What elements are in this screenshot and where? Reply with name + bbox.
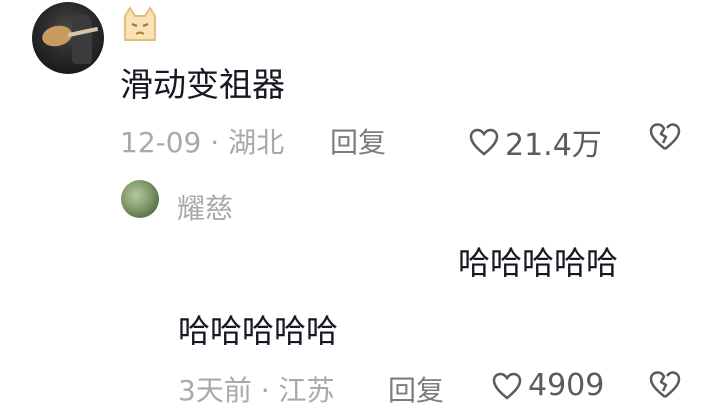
sub-like-button[interactable]: 4909 xyxy=(492,368,604,403)
avatar[interactable] xyxy=(32,2,104,74)
reply-button[interactable]: 回复 xyxy=(330,121,386,161)
meta-separator: · xyxy=(260,374,270,407)
comment-text: 滑动变祖器 xyxy=(120,65,285,104)
quoted-text: 哈哈哈哈哈 xyxy=(458,244,619,282)
sub-comment-text: 哈哈哈哈哈 xyxy=(178,312,339,350)
sub-reply-button[interactable]: 回复 xyxy=(388,369,444,409)
sub-username[interactable]: 耀慈 xyxy=(177,187,233,227)
heart-icon xyxy=(492,372,522,400)
heart-icon xyxy=(469,128,499,156)
sub-comment-date: 3天前 xyxy=(178,374,252,407)
comment-location: 湖北 xyxy=(228,126,285,159)
avatar-person xyxy=(72,14,92,64)
broken-heart-icon xyxy=(649,371,681,398)
comment-date: 12-09 xyxy=(120,126,202,159)
dislike-button[interactable] xyxy=(648,122,682,156)
like-count: 21.4万 xyxy=(505,128,602,163)
meta-separator: · xyxy=(210,126,220,159)
cat-icon xyxy=(124,6,156,41)
sub-like-count: 4909 xyxy=(528,368,605,403)
comment-meta: 12-09 · 湖北 xyxy=(120,121,284,161)
sub-comment-meta: 3天前 · 江苏 xyxy=(178,369,335,409)
sub-comment-location: 江苏 xyxy=(278,374,335,407)
sub-dislike-button[interactable] xyxy=(648,370,682,404)
like-button[interactable]: 21.4万 xyxy=(469,120,602,164)
broken-heart-icon xyxy=(649,123,681,150)
username-cat-emoji[interactable] xyxy=(120,6,160,42)
sub-avatar[interactable] xyxy=(121,180,159,218)
